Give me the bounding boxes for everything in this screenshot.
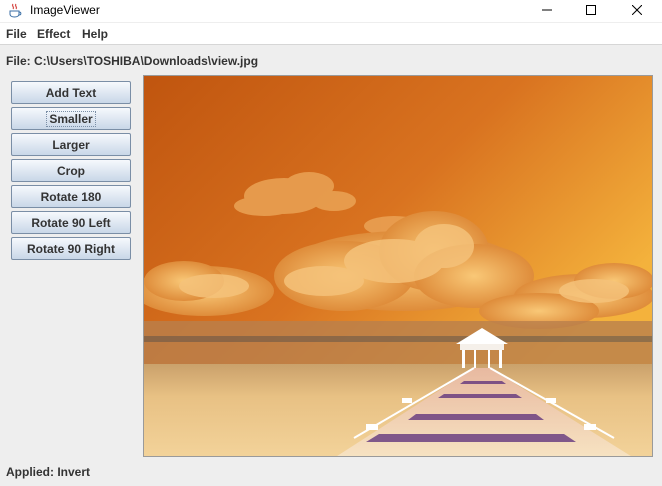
add-text-button[interactable]: Add Text — [11, 81, 131, 104]
maximize-icon — [586, 2, 596, 20]
minimize-button[interactable] — [524, 0, 570, 22]
rotate-180-button[interactable]: Rotate 180 — [11, 185, 131, 208]
title-bar: ImageViewer — [0, 0, 662, 22]
menu-effect[interactable]: Effect — [37, 27, 70, 41]
window-title: ImageViewer — [30, 3, 100, 17]
crop-button[interactable]: Crop — [11, 159, 131, 182]
rotate-90-left-button[interactable]: Rotate 90 Left — [11, 211, 131, 234]
inverted-pier-image — [144, 76, 652, 456]
menu-help[interactable]: Help — [82, 27, 108, 41]
menu-file[interactable]: File — [6, 27, 27, 41]
java-cup-icon — [8, 3, 22, 19]
smaller-button-label: Smaller — [46, 110, 96, 127]
smaller-button[interactable]: Smaller — [11, 107, 131, 130]
close-icon — [631, 2, 643, 20]
file-path-label: File: C:\Users\TOSHIBA\Downloads\view.jp… — [6, 54, 259, 68]
image-display — [143, 75, 653, 457]
rotate-90-right-button[interactable]: Rotate 90 Right — [11, 237, 131, 260]
close-button[interactable] — [614, 0, 660, 22]
minimize-icon — [542, 2, 552, 20]
maximize-button[interactable] — [568, 0, 614, 22]
status-label: Applied: Invert — [6, 465, 91, 479]
menu-bar: File Effect Help — [0, 23, 662, 45]
larger-button[interactable]: Larger — [11, 133, 131, 156]
